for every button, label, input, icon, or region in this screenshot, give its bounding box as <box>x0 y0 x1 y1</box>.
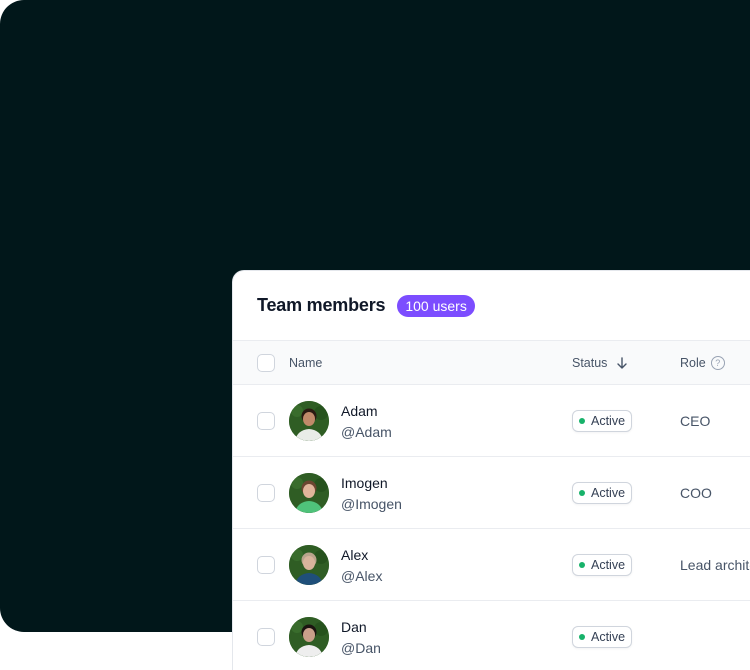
member-handle: @Adam <box>341 424 392 440</box>
status-label: Active <box>591 558 626 572</box>
status-dot-icon <box>579 490 585 496</box>
avatar <box>289 545 329 585</box>
avatar-photo <box>289 545 329 585</box>
row-checkbox[interactable] <box>257 484 275 502</box>
member-name: Alex <box>341 547 369 563</box>
card-header: Team members 100 users <box>233 271 750 341</box>
avatar-photo <box>289 401 329 441</box>
column-header-role[interactable]: Role ? <box>680 355 725 370</box>
status-badge: Active <box>572 626 633 648</box>
select-all-checkbox[interactable] <box>257 353 275 372</box>
member-name: Dan <box>341 619 367 635</box>
column-header-status[interactable]: Status <box>572 356 629 370</box>
member-role: Lead architect <box>680 557 750 573</box>
status-dot-icon <box>579 418 585 424</box>
column-name-label: Name <box>289 355 323 370</box>
status-badge: Active <box>572 410 633 432</box>
user-count-badge: 100 users <box>397 294 475 317</box>
table-row[interactable]: Adam @Adam Active CEO <box>233 385 750 457</box>
member-name: Adam <box>341 403 378 419</box>
team-members-card: Team members 100 users Name Status Role … <box>232 270 750 670</box>
arrow-down-icon[interactable] <box>615 356 629 370</box>
member-name: Imogen <box>341 475 388 491</box>
status-badge: Active <box>572 554 633 576</box>
table-body: Adam @Adam Active CEO Imogen @Imogen Act… <box>233 385 750 670</box>
column-header-name[interactable]: Name <box>289 356 322 370</box>
avatar-photo <box>289 473 329 513</box>
status-dot-icon <box>579 634 585 640</box>
card-title: Team members <box>257 295 386 315</box>
member-role: CEO <box>680 413 711 429</box>
status-badge: Active <box>572 482 633 504</box>
status-label: Active <box>591 486 626 500</box>
row-checkbox[interactable] <box>257 412 275 430</box>
avatar <box>289 401 329 441</box>
help-circle-icon[interactable]: ? <box>710 355 725 370</box>
avatar-photo <box>289 617 329 657</box>
status-dot-icon <box>579 562 585 568</box>
table-row[interactable]: Alex @Alex Active Lead architect <box>233 529 750 601</box>
member-handle: @Alex <box>341 568 383 584</box>
column-role-label: Role <box>680 355 706 370</box>
table-row[interactable]: Imogen @Imogen Active COO <box>233 457 750 529</box>
avatar <box>289 617 329 657</box>
column-status-label: Status <box>572 355 608 370</box>
status-label: Active <box>591 414 626 428</box>
avatar <box>289 473 329 513</box>
row-checkbox[interactable] <box>257 556 275 574</box>
table-row[interactable]: Dan @Dan Active <box>233 601 750 670</box>
table-header: Name Status Role ? <box>233 341 750 385</box>
member-role: COO <box>680 485 712 501</box>
status-label: Active <box>591 630 626 644</box>
member-handle: @Imogen <box>341 496 402 512</box>
member-handle: @Dan <box>341 640 381 656</box>
row-checkbox[interactable] <box>257 628 275 646</box>
